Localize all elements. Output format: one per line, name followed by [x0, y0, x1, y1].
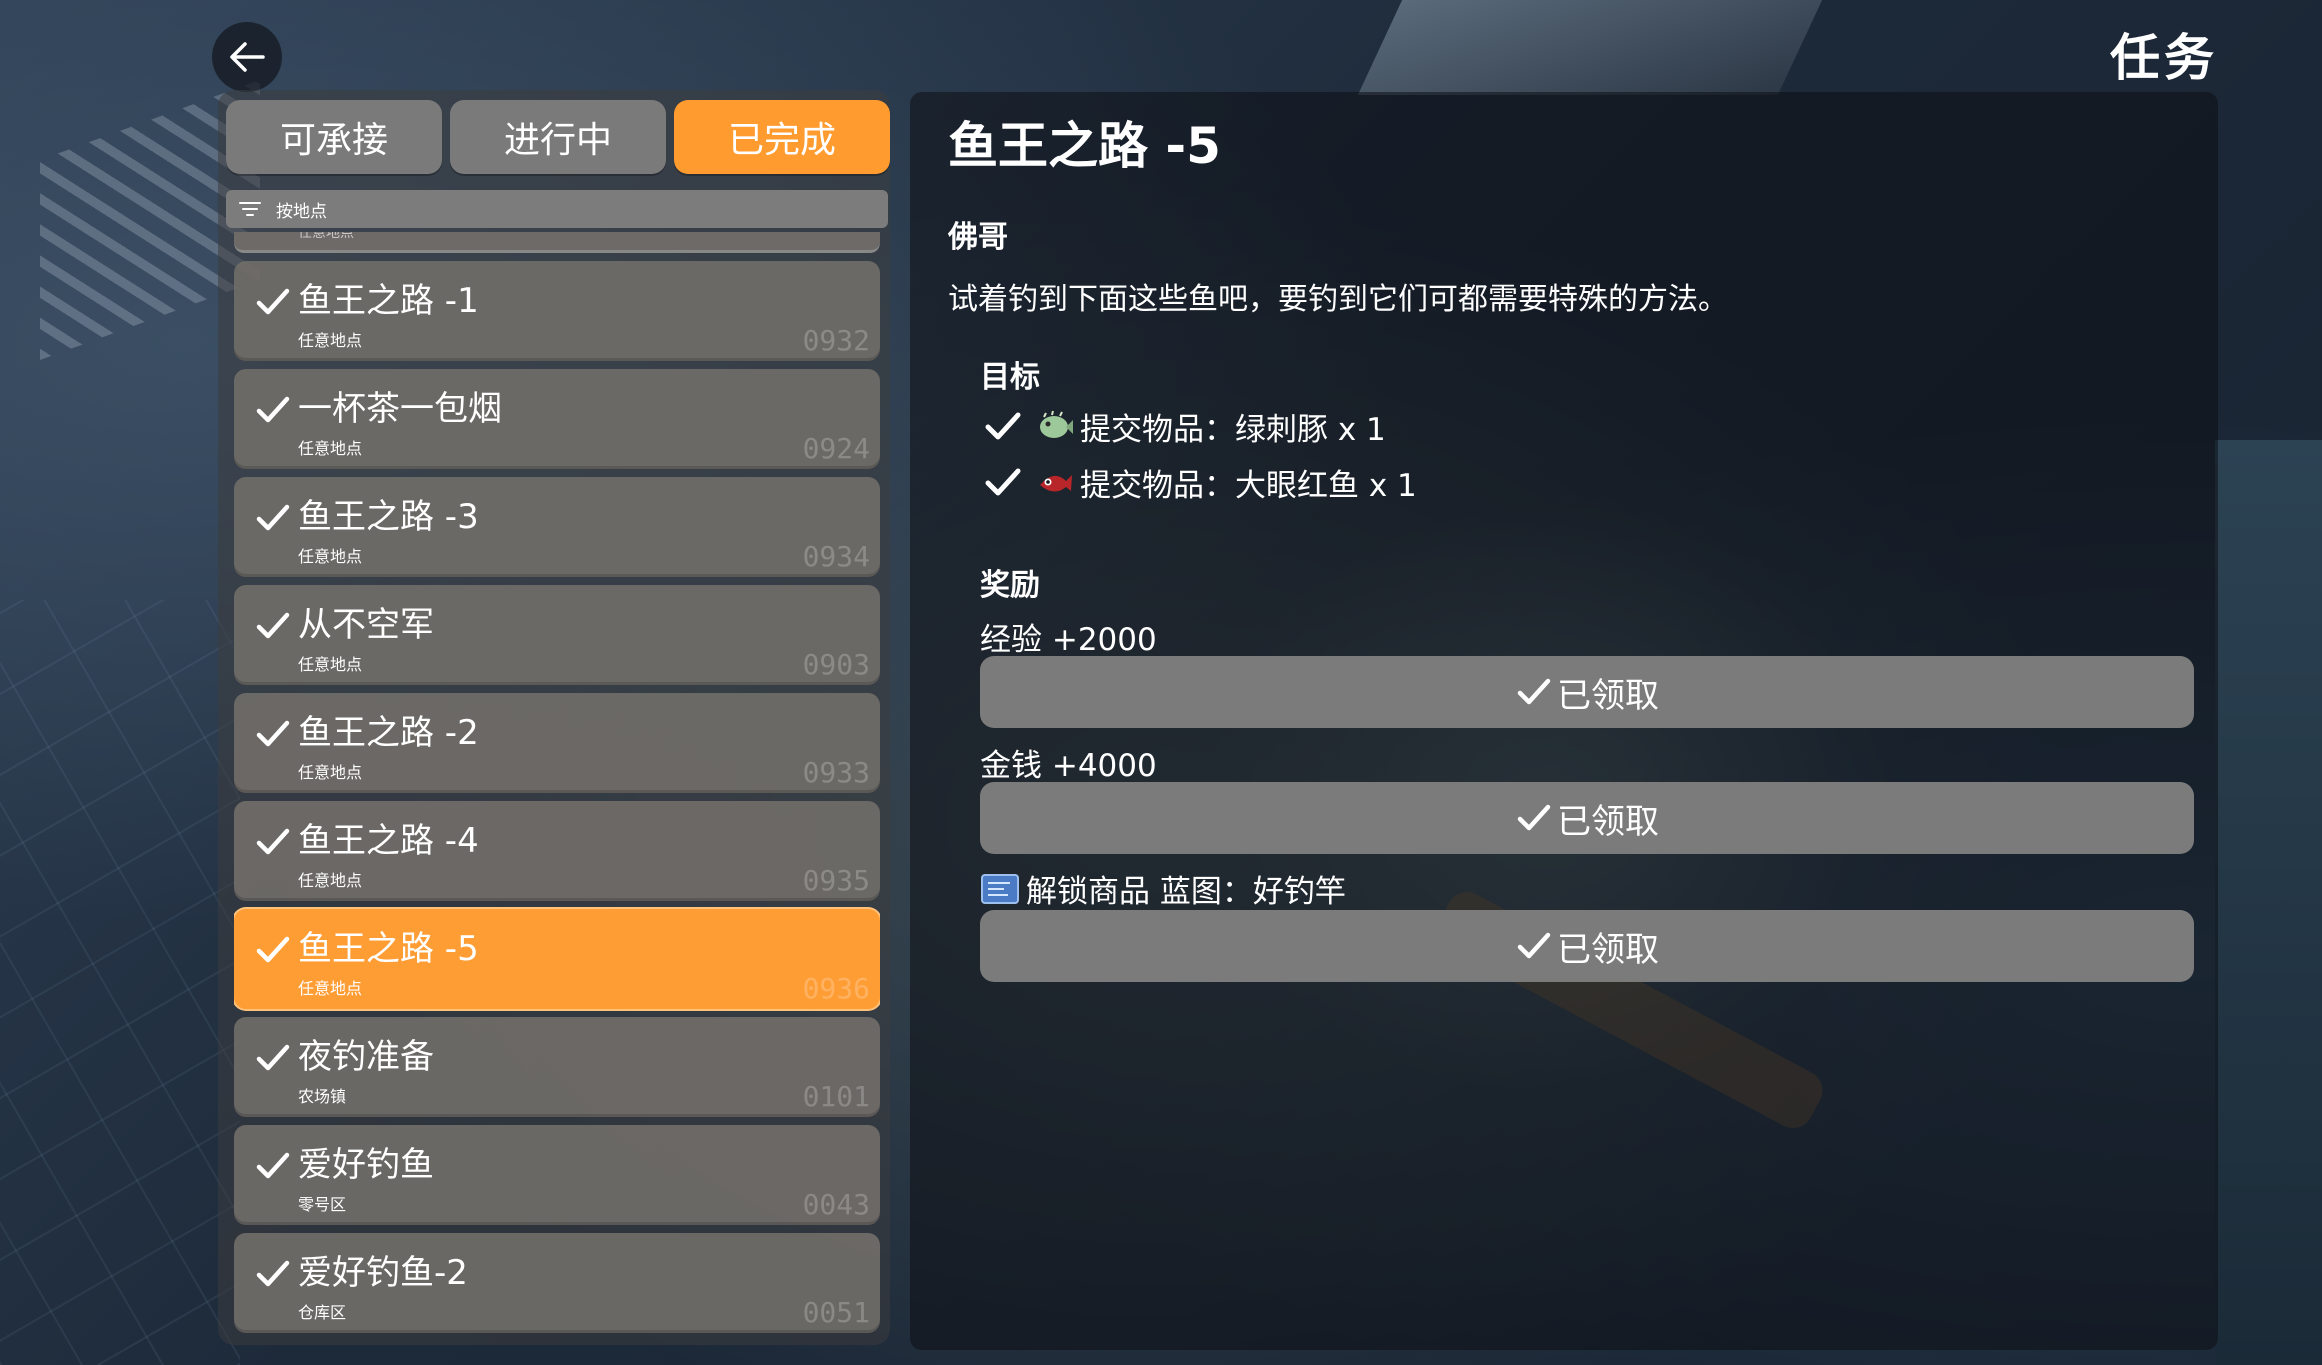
quest-location: 任意地点 [298, 871, 363, 890]
checkmark-icon [256, 936, 290, 963]
location-filter[interactable]: 按地点 [226, 190, 888, 228]
tab-in-progress[interactable]: 进行中 [450, 100, 666, 174]
quest-tabs: 可承接 进行中 已完成 [226, 100, 890, 174]
reward-label: 解锁商品 蓝图：好钓竿 [1026, 874, 1346, 910]
checkbox-checked-icon [985, 468, 1021, 496]
claimed-button-label: 已领取 [1557, 929, 1659, 970]
checkmark-icon [256, 1152, 290, 1179]
quest-id: 0933 [802, 756, 870, 789]
quest-list-item[interactable]: 从不空军任意地点 0903 [234, 585, 880, 685]
quest-location: 任意地点 [298, 547, 363, 566]
objective-item: 提交物品：绿刺豚 x 1 [980, 403, 1386, 449]
quest-giver: 佛哥 [948, 220, 1008, 255]
quest-id: 0903 [802, 648, 870, 681]
quest-list-item[interactable]: 鱼王之路 -2 任意地点 0933 [234, 693, 880, 793]
quest-name: 一杯茶一包烟 [298, 389, 502, 429]
checkmark-icon [1517, 678, 1551, 705]
checkmark-icon [256, 1260, 290, 1287]
checkbox-checked-icon [985, 412, 1021, 440]
checkmark-icon [256, 828, 290, 855]
quest-list-item[interactable]: 鱼王之路 -4 任意地点 0935 [234, 801, 880, 901]
quest-list-item[interactable]: 夜钓准备农场镇 0101 [234, 1017, 880, 1117]
quest-location: 农场镇 [298, 1087, 347, 1106]
filter-label: 按地点 [276, 201, 327, 222]
quest-id: 0051 [802, 1296, 870, 1329]
background-scene-floor [0, 600, 240, 1365]
list-item-partial: 任意地点 [234, 232, 880, 253]
filter-icon [238, 200, 262, 218]
quest-name: 爱好钓鱼-2 [298, 1253, 468, 1293]
quest-id: 0936 [802, 972, 870, 1005]
quest-location: 仓库区 [298, 1303, 347, 1322]
quest-list-item[interactable]: 爱好钓鱼-2 仓库区 0051 [234, 1233, 880, 1333]
quest-id: 0934 [802, 540, 870, 573]
objective-text: 提交物品：大眼红鱼 x 1 [1080, 467, 1417, 504]
background-scene-right [2215, 440, 2322, 1365]
reward-label: 经验 +2000 [980, 622, 1157, 658]
quest-name: 鱼王之路 -2 [298, 713, 479, 753]
green-pufferfish-icon [1040, 410, 1073, 438]
back-button[interactable] [212, 22, 282, 92]
checkmark-icon [256, 396, 290, 423]
quest-location: 任意地点 [298, 439, 363, 458]
quest-name: 夜钓准备 [298, 1037, 434, 1077]
quest-list-item[interactable]: 鱼王之路 -1 任意地点 0932 [234, 261, 880, 361]
claimed-button[interactable]: 已领取 [980, 656, 2194, 728]
quest-id: 0935 [802, 864, 870, 897]
quest-location: 任意地点 [298, 979, 363, 998]
quest-name: 鱼王之路 -3 [298, 497, 479, 537]
quest-location: 任意地点 [298, 763, 363, 782]
quest-list-item[interactable]: 鱼王之路 -3 任意地点 0934 [234, 477, 880, 577]
quest-location: 零号区 [298, 1195, 347, 1214]
reward-label: 金钱 +4000 [980, 748, 1157, 784]
reward-item: 解锁商品 蓝图：好钓竿 [980, 866, 1346, 911]
checkmark-icon [1517, 932, 1551, 959]
tab-completed[interactable]: 已完成 [674, 100, 890, 174]
claimed-button-label: 已领取 [1557, 675, 1659, 716]
quest-name: 鱼王之路 -1 [298, 281, 479, 321]
tab-available[interactable]: 可承接 [226, 100, 442, 174]
quest-name: 鱼王之路 -4 [298, 821, 479, 861]
quest-description: 试着钓到下面这些鱼吧，要钓到它们可都需要特殊的方法。 [948, 282, 1728, 317]
objectives-heading: 目标 [980, 360, 1040, 395]
quest-id: 0924 [802, 432, 870, 465]
quest-id: 0932 [802, 324, 870, 357]
page-title: 任务 [2110, 29, 2218, 87]
red-bigeye-fish-icon [1040, 475, 1072, 492]
background-scene-wall [1357, 0, 1823, 95]
quest-list-item[interactable]: 一杯茶一包烟任意地点 0924 [234, 369, 880, 469]
checkmark-icon [256, 288, 290, 315]
quest-title: 鱼王之路 -5 [948, 117, 1221, 175]
quest-list-item[interactable]: 爱好钓鱼零号区 0043 [234, 1125, 880, 1225]
quest-name: 爱好钓鱼 [298, 1145, 434, 1185]
quest-location: 任意地点 [298, 331, 363, 350]
rewards-heading: 奖励 [980, 568, 1040, 603]
claimed-button[interactable]: 已领取 [980, 782, 2194, 854]
checkmark-icon [256, 612, 290, 639]
claimed-button[interactable]: 已领取 [980, 910, 2194, 982]
checkmark-icon [256, 720, 290, 747]
quest-list-item[interactable]: 鱼王之路 -5 任意地点 0936 [234, 909, 880, 1009]
checkmark-icon [256, 504, 290, 531]
checkmark-icon [1517, 804, 1551, 831]
quest-location: 任意地点 [298, 655, 363, 674]
objective-item: 提交物品：大眼红鱼 x 1 [980, 459, 1417, 505]
arrow-left-icon [230, 42, 265, 72]
quest-name: 鱼王之路 -5 [298, 929, 479, 969]
quest-name: 从不空军 [298, 605, 434, 645]
claimed-button-label: 已领取 [1557, 801, 1659, 842]
quest-list[interactable]: 任意地点 鱼王之路 -1 任意地点 0932 一杯茶一包烟 任意地点 0924 鱼王之路 -… [234, 232, 880, 1337]
quest-id: 0101 [802, 1080, 870, 1113]
quest-id: 0043 [802, 1188, 870, 1221]
objective-text: 提交物品：绿刺豚 x 1 [1080, 411, 1386, 448]
blueprint-icon [981, 873, 1019, 904]
checkmark-icon [256, 1044, 290, 1071]
